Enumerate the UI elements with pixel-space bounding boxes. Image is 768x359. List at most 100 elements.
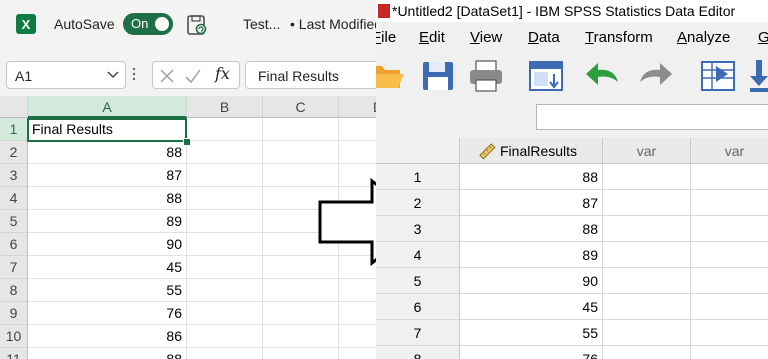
cell-var[interactable]: [603, 216, 691, 242]
row-header[interactable]: 1: [376, 164, 460, 190]
cell-d[interactable]: [339, 118, 376, 141]
row-header[interactable]: 3: [0, 164, 28, 187]
cell-finalresults[interactable]: 88: [460, 216, 603, 242]
document-name[interactable]: Test...: [243, 16, 280, 32]
cell-a[interactable]: 89: [28, 210, 187, 233]
cell-a[interactable]: 55: [28, 279, 187, 302]
redo-icon[interactable]: [638, 58, 674, 94]
cell-var[interactable]: [691, 164, 768, 190]
cell-finalresults[interactable]: 76: [460, 346, 603, 359]
chevron-down-icon[interactable]: [107, 71, 119, 79]
cell-var[interactable]: [603, 268, 691, 294]
cell-b[interactable]: [187, 233, 263, 256]
fill-handle[interactable]: [183, 138, 191, 146]
cell-d[interactable]: [339, 325, 376, 348]
cell-var[interactable]: [603, 190, 691, 216]
cell-finalresults[interactable]: 45: [460, 294, 603, 320]
cell-d[interactable]: [339, 348, 376, 359]
autosave-toggle[interactable]: On: [123, 13, 173, 35]
recall-dialog-icon[interactable]: [528, 58, 564, 94]
print-icon[interactable]: [468, 58, 504, 94]
cell-finalresults[interactable]: 88: [460, 164, 603, 190]
cell-a[interactable]: 86: [28, 325, 187, 348]
cell-b[interactable]: [187, 325, 263, 348]
cell-c[interactable]: [263, 325, 339, 348]
menu-edit[interactable]: Edit: [419, 29, 445, 46]
row-header[interactable]: 9: [0, 302, 28, 325]
cell-a[interactable]: 87: [28, 164, 187, 187]
cell-d[interactable]: [339, 141, 376, 164]
row-header[interactable]: 7: [376, 320, 460, 346]
cell-a[interactable]: 88: [28, 187, 187, 210]
cell-b[interactable]: [187, 141, 263, 164]
save-icon[interactable]: [186, 14, 208, 36]
cell-b[interactable]: [187, 348, 263, 359]
cell-b[interactable]: [187, 210, 263, 233]
goto-case-icon[interactable]: [700, 58, 736, 94]
row-header[interactable]: 10: [0, 325, 28, 348]
cell-finalresults[interactable]: 89: [460, 242, 603, 268]
cell-var[interactable]: [691, 190, 768, 216]
cell-finalresults[interactable]: 55: [460, 320, 603, 346]
cell-d[interactable]: [339, 279, 376, 302]
cell-var[interactable]: [603, 294, 691, 320]
row-header[interactable]: 1: [0, 118, 28, 141]
undo-icon[interactable]: [584, 58, 620, 94]
cell-var[interactable]: [603, 242, 691, 268]
more-options-icon[interactable]: [132, 66, 136, 82]
cell-b[interactable]: [187, 187, 263, 210]
cell-d[interactable]: [339, 302, 376, 325]
column-header-c[interactable]: C: [263, 96, 339, 118]
cell-c[interactable]: [263, 141, 339, 164]
cell-var[interactable]: [603, 164, 691, 190]
cell-a[interactable]: 90: [28, 233, 187, 256]
cell-a[interactable]: Final Results: [28, 118, 187, 141]
cell-var[interactable]: [691, 216, 768, 242]
cell-c[interactable]: [263, 118, 339, 141]
fx-icon[interactable]: fx: [215, 64, 230, 83]
menu-analyze[interactable]: Analyze: [677, 29, 730, 46]
column-header-d[interactable]: D: [339, 96, 376, 118]
column-header-a[interactable]: A: [28, 96, 187, 118]
row-header[interactable]: 4: [376, 242, 460, 268]
goto-variable-icon[interactable]: [748, 58, 768, 94]
row-header[interactable]: 5: [0, 210, 28, 233]
column-header-finalresults[interactable]: FinalResults: [460, 138, 603, 164]
row-header[interactable]: 3: [376, 216, 460, 242]
cell-finalresults[interactable]: 90: [460, 268, 603, 294]
cell-b[interactable]: [187, 302, 263, 325]
row-header[interactable]: 5: [376, 268, 460, 294]
name-box[interactable]: A1: [6, 61, 126, 89]
row-header[interactable]: 2: [376, 190, 460, 216]
cell-var[interactable]: [691, 242, 768, 268]
cell-b[interactable]: [187, 256, 263, 279]
select-all-corner[interactable]: [0, 96, 28, 118]
row-header[interactable]: 6: [376, 294, 460, 320]
row-header[interactable]: 8: [376, 346, 460, 359]
open-folder-icon[interactable]: [376, 58, 404, 94]
cell-var[interactable]: [603, 320, 691, 346]
menu-view[interactable]: View: [470, 29, 502, 46]
row-header[interactable]: 8: [0, 279, 28, 302]
column-header-var[interactable]: var: [691, 138, 768, 164]
cell-b[interactable]: [187, 164, 263, 187]
row-header[interactable]: 6: [0, 233, 28, 256]
cell-editor-input[interactable]: [536, 104, 768, 130]
cell-b[interactable]: [187, 118, 263, 141]
cell-var[interactable]: [691, 268, 768, 294]
cell-a[interactable]: 88: [28, 348, 187, 359]
cell-a[interactable]: 45: [28, 256, 187, 279]
menu-file[interactable]: File: [376, 29, 396, 46]
cell-a[interactable]: 76: [28, 302, 187, 325]
row-header[interactable]: 7: [0, 256, 28, 279]
menu-data[interactable]: Data: [528, 29, 560, 46]
cell-var[interactable]: [691, 294, 768, 320]
cell-c[interactable]: [263, 279, 339, 302]
cell-c[interactable]: [263, 302, 339, 325]
menu-graphs[interactable]: Graphs: [758, 29, 768, 46]
cell-var[interactable]: [691, 346, 768, 359]
enter-icon[interactable]: [185, 68, 201, 84]
cell-a[interactable]: 88: [28, 141, 187, 164]
menu-transform[interactable]: Transform: [585, 29, 653, 46]
save-icon[interactable]: [420, 58, 456, 94]
